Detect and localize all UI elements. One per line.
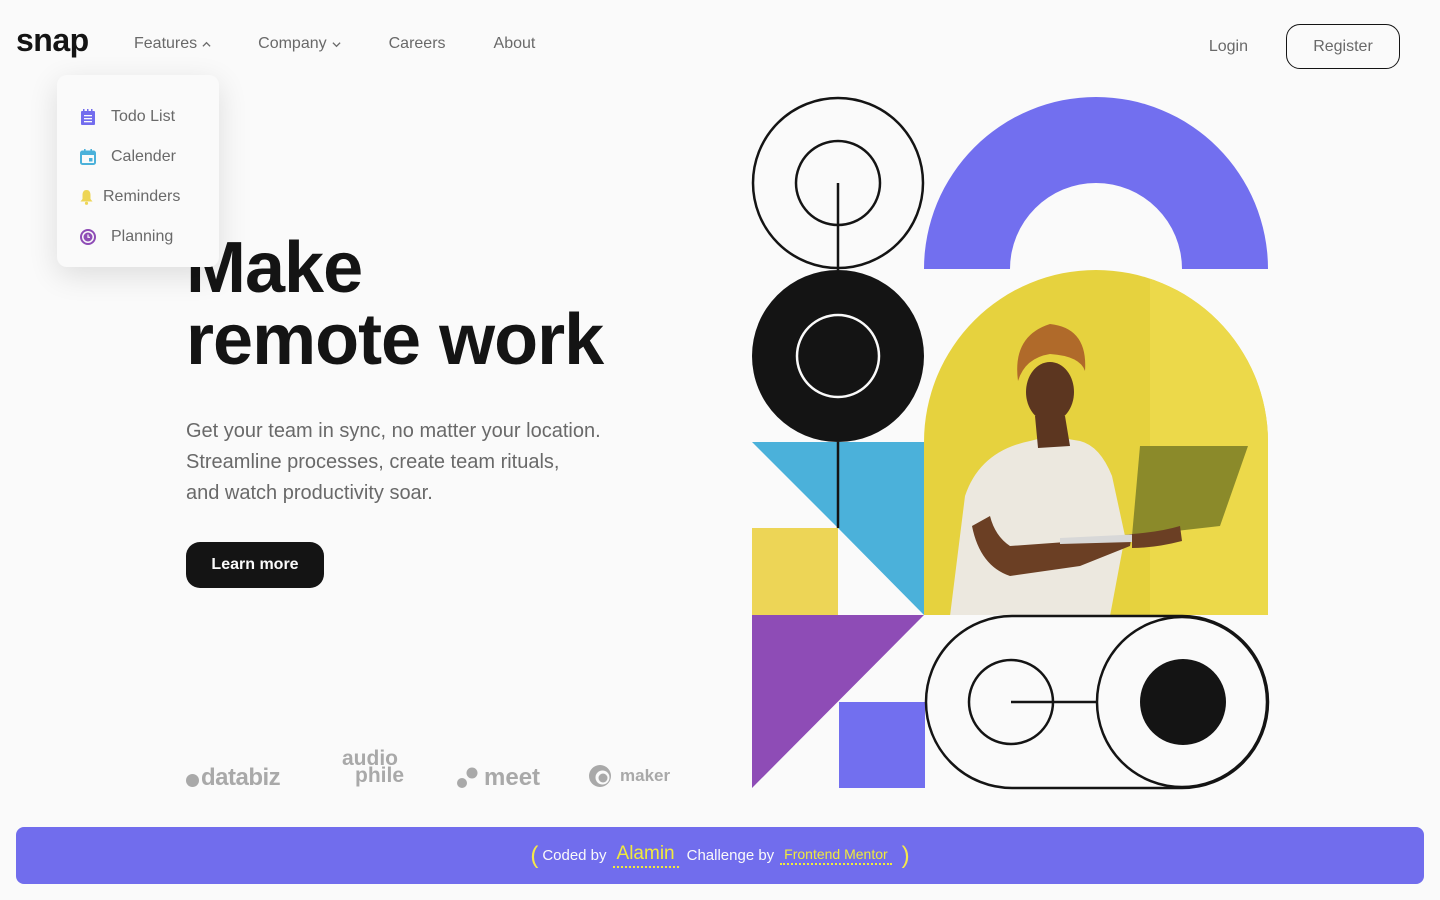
dropdown-item-calendar[interactable]: Calender [57, 137, 219, 177]
client-logo-meet: meet [456, 764, 540, 792]
meet-dots-icon [457, 767, 478, 788]
maker-swirl-icon [589, 765, 611, 787]
chevron-up-icon [202, 41, 211, 47]
nav-item-careers[interactable]: Careers [389, 35, 446, 53]
hero-title: Make remote work [186, 228, 604, 380]
client-logo-text: meet [484, 764, 541, 791]
main-nav: Features Company Careers About [134, 35, 583, 53]
frontend-mentor-link[interactable]: Frontend Mentor [780, 846, 892, 865]
learn-more-button[interactable]: Learn more [186, 542, 324, 588]
databiz-dot-icon [186, 774, 199, 787]
features-dropdown: Todo List Calender Reminders Planning [57, 75, 219, 267]
clock-icon [79, 228, 97, 246]
client-logo-text: maker [620, 766, 671, 785]
chevron-down-icon [332, 41, 341, 47]
client-logo-databiz: databiz [186, 764, 281, 792]
purple-arch-shape [924, 97, 1268, 269]
hero-description-line: and watch productivity soar. [186, 482, 433, 504]
coded-by-label: Coded by [542, 847, 607, 864]
open-paren: ( [530, 841, 539, 869]
client-logo-maker: maker [588, 763, 670, 789]
hero-description-line: Get your team in sync, no matter your lo… [186, 420, 601, 442]
challenge-by-label: Challenge by [686, 847, 775, 864]
nav-item-about[interactable]: About [494, 35, 536, 53]
todo-list-icon [79, 108, 97, 126]
nav-item-label: About [493, 35, 536, 52]
hero-illustration [751, 96, 1270, 790]
calendar-icon [79, 148, 97, 166]
login-link[interactable]: Login [1209, 38, 1248, 56]
yellow-square-shape [752, 528, 838, 615]
dropdown-item-todo-list[interactable]: Todo List [57, 97, 219, 137]
nav-item-features[interactable]: Features [134, 35, 211, 53]
dropdown-item-label: Calender [111, 148, 176, 165]
client-logo-text: phile [355, 764, 405, 787]
outline-circle-target-shape [751, 96, 925, 270]
hero-title-line: remote work [186, 300, 604, 380]
client-logo-text: databiz [201, 764, 281, 791]
close-paren: ) [901, 841, 910, 869]
snap-logo[interactable]: snap [16, 22, 89, 59]
nav-item-company[interactable]: Company [258, 35, 341, 53]
attribution-bar: ( Coded by Alamin Challenge by Frontend … [16, 827, 1424, 884]
person-with-laptop-photo [924, 270, 1268, 615]
nav-item-label: Careers [388, 35, 446, 52]
dropdown-item-label: Reminders [103, 188, 181, 205]
nav-item-label: Features [134, 35, 198, 52]
hero-title-line: Make [186, 228, 363, 308]
author-link[interactable]: Alamin [612, 843, 679, 868]
blue-triangle-left-shape [752, 442, 838, 528]
auth-actions: Login Register [1209, 24, 1400, 69]
dropdown-item-label: Planning [111, 228, 174, 245]
bell-icon [79, 188, 93, 206]
violet-square-shape [839, 702, 925, 788]
hero-description-line: Streamline processes, create team ritual… [186, 451, 560, 473]
dropdown-item-planning[interactable]: Planning [57, 217, 219, 257]
blue-trapezoid-shape [838, 442, 924, 615]
dropdown-item-label: Todo List [111, 108, 176, 125]
dropdown-item-reminders[interactable]: Reminders [57, 177, 219, 217]
hero-description: Get your team in sync, no matter your lo… [186, 416, 686, 509]
black-disc-shape [752, 270, 924, 442]
client-logo-audiophile: audio phile [342, 748, 405, 787]
outline-pill-toggle-shape [924, 614, 1270, 790]
nav-item-label: Company [258, 35, 327, 52]
register-button[interactable]: Register [1286, 24, 1400, 69]
